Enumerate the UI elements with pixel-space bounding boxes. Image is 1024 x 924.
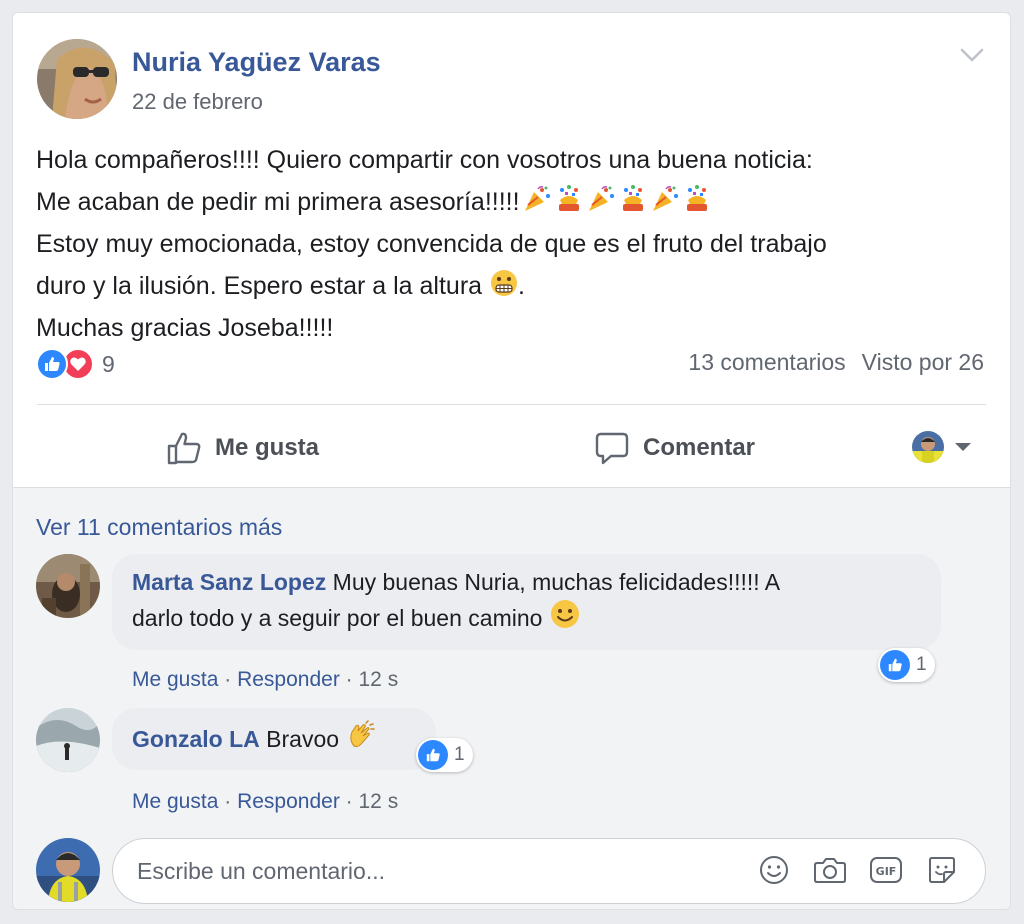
- confetti-icon: [622, 185, 643, 211]
- post-line: Me acaban de pedir mi primera asesoría!!…: [36, 181, 986, 223]
- comment-text: Bravoo: [266, 726, 340, 752]
- commenter-name[interactable]: Marta Sanz Lopez: [132, 569, 326, 595]
- like-button-label: Me gusta: [215, 434, 320, 461]
- comment-reaction-count: 1: [916, 654, 927, 675]
- post-as-selector[interactable]: [912, 431, 972, 463]
- author-name[interactable]: Nuria Yagüez Varas: [132, 47, 381, 78]
- comment-reaction-count: 1: [454, 744, 465, 765]
- clapping-hands-icon: [350, 720, 376, 748]
- sticker-icon[interactable]: [925, 853, 959, 887]
- party-popper-icon: [524, 186, 550, 211]
- comment-composer[interactable]: GIF: [112, 838, 986, 904]
- party-popper-icon: [652, 186, 678, 211]
- post-line: Hola compañeros!!!! Quiero compartir con…: [36, 146, 813, 174]
- current-user-avatar-small: [912, 431, 944, 463]
- confetti-icon: [558, 185, 579, 211]
- comment-reaction-badge[interactable]: 1: [416, 738, 473, 772]
- separator: ·: [224, 790, 232, 813]
- separator: ·: [345, 668, 353, 691]
- author-avatar[interactable]: [37, 39, 117, 119]
- like-reaction-icon: [418, 740, 448, 770]
- comment-reaction-badge[interactable]: 1: [878, 648, 935, 682]
- reaction-summary[interactable]: 9: [36, 347, 115, 381]
- separator: ·: [345, 790, 353, 813]
- emoji-icon[interactable]: [757, 853, 791, 887]
- comment-actions: Me gusta · Responder · 12 s: [132, 668, 398, 692]
- comment-icon: [595, 432, 629, 465]
- comment-text: Muy buenas Nuria, muchas felicidades!!!!…: [332, 569, 781, 595]
- comment-reply-link[interactable]: Responder: [237, 668, 340, 691]
- commenter-avatar[interactable]: [36, 554, 100, 618]
- reaction-count: 9: [102, 350, 115, 377]
- comment-bubble: Gonzalo LA Bravoo: [112, 708, 437, 770]
- svg-text:GIF: GIF: [876, 865, 897, 878]
- caret-down-icon: [955, 443, 971, 451]
- comments-section: Ver 11 comentarios más Marta Sanz Lopez …: [13, 487, 1010, 909]
- commenter-name[interactable]: Gonzalo LA: [132, 726, 260, 752]
- comment-time[interactable]: 12 s: [359, 668, 399, 691]
- post-line: duro y la ilusión. Espero estar a la alt…: [36, 265, 986, 307]
- party-popper-icon: [588, 186, 614, 211]
- like-button[interactable]: Me gusta: [165, 425, 319, 471]
- comment-input[interactable]: [137, 857, 737, 885]
- comment-reply-link[interactable]: Responder: [237, 790, 340, 813]
- camera-icon[interactable]: [813, 853, 847, 887]
- grimacing-face-icon: [491, 270, 518, 296]
- post-card: Nuria Yagüez Varas 22 de febrero Hola co…: [12, 12, 1011, 910]
- thumbs-up-icon: [167, 432, 201, 465]
- confetti-icon: [686, 185, 707, 211]
- comment-like-link[interactable]: Me gusta: [132, 668, 218, 691]
- post-date[interactable]: 22 de febrero: [132, 89, 263, 115]
- post-text: Hola compañeros!!!! Quiero compartir con…: [36, 139, 986, 349]
- comment-button[interactable]: Comentar: [593, 425, 755, 471]
- comment-like-link[interactable]: Me gusta: [132, 790, 218, 813]
- seen-by[interactable]: Visto por 26: [862, 349, 984, 376]
- post-line: Muchas gracias Joseba!!!!!: [36, 314, 334, 342]
- current-user-avatar[interactable]: [36, 838, 100, 902]
- comments-count[interactable]: 13 comentarios: [688, 349, 845, 376]
- divider: [37, 404, 986, 405]
- like-reaction-icon: [880, 650, 910, 680]
- comment-bubble: Marta Sanz Lopez Muy buenas Nuria, mucha…: [112, 554, 941, 650]
- gif-icon[interactable]: GIF: [869, 853, 903, 887]
- chevron-down-icon[interactable]: [958, 43, 986, 67]
- celebration-emojis: [522, 184, 712, 214]
- like-reaction-icon: [36, 348, 68, 380]
- comment-time[interactable]: 12 s: [359, 790, 399, 813]
- view-more-comments-link[interactable]: Ver 11 comentarios más: [36, 514, 282, 541]
- commenter-avatar[interactable]: [36, 708, 100, 772]
- comment-actions: Me gusta · Responder · 12 s: [132, 790, 398, 814]
- post-line: Estoy muy emocionada, estoy convencida d…: [36, 230, 827, 258]
- smiling-face-icon: [550, 600, 579, 628]
- post-stats: 13 comentarios Visto por 26: [688, 349, 984, 376]
- comment-button-label: Comentar: [643, 434, 756, 461]
- composer-toolbar: GIF: [757, 853, 959, 887]
- separator: ·: [224, 668, 232, 691]
- comment-text: darlo todo y a seguir por el buen camino: [132, 605, 543, 631]
